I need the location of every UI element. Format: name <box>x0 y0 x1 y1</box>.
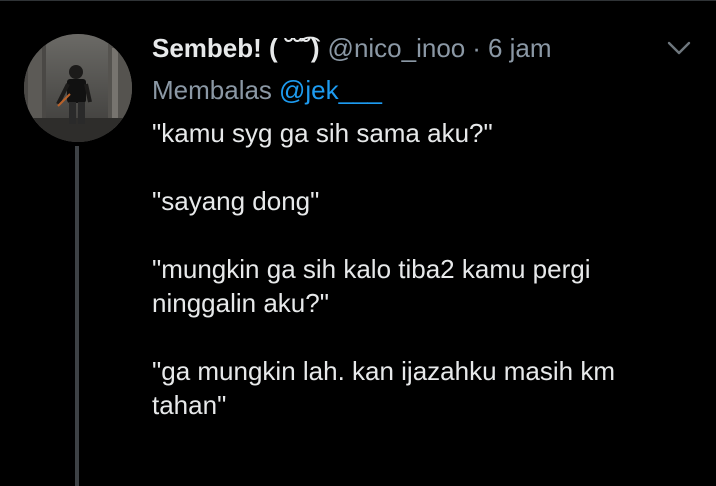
more-menu-button[interactable] <box>666 38 692 58</box>
tweet-line: "sayang dong" <box>152 186 320 216</box>
tweet-line: "ga mungkin lah. kan ijazahku masih km t… <box>152 356 623 420</box>
avatar[interactable] <box>24 34 132 142</box>
reply-prefix: Membalas <box>152 74 272 105</box>
timestamp[interactable]: 6 jam <box>488 33 552 64</box>
user-handle[interactable]: @nico_inoo <box>328 33 466 64</box>
tweet-text: "kamu syg ga sih sama aku?" "sayang dong… <box>152 116 692 456</box>
thread-line <box>75 146 79 486</box>
reply-mention-link[interactable]: @jek___ <box>279 75 382 106</box>
display-name[interactable]: Sembeb! ( ˘˘͡˘) <box>152 33 320 64</box>
tweet-header: Sembeb! ( ˘˘͡˘) @nico_inoo · 6 jam <box>152 30 552 66</box>
tweet-line: "kamu syg ga sih sama aku?" <box>152 118 493 148</box>
divider <box>0 0 716 1</box>
reply-context: Membalas @jek___ <box>152 72 382 108</box>
tweet[interactable]: Sembeb! ( ˘˘͡˘) @nico_inoo · 6 jam Memba… <box>0 0 716 486</box>
avatar-image <box>24 34 132 142</box>
separator-dot: · <box>472 32 481 63</box>
tweet-line: "mungkin ga sih kalo tiba2 kamu pergi ni… <box>152 254 598 318</box>
chevron-down-icon <box>667 41 691 55</box>
